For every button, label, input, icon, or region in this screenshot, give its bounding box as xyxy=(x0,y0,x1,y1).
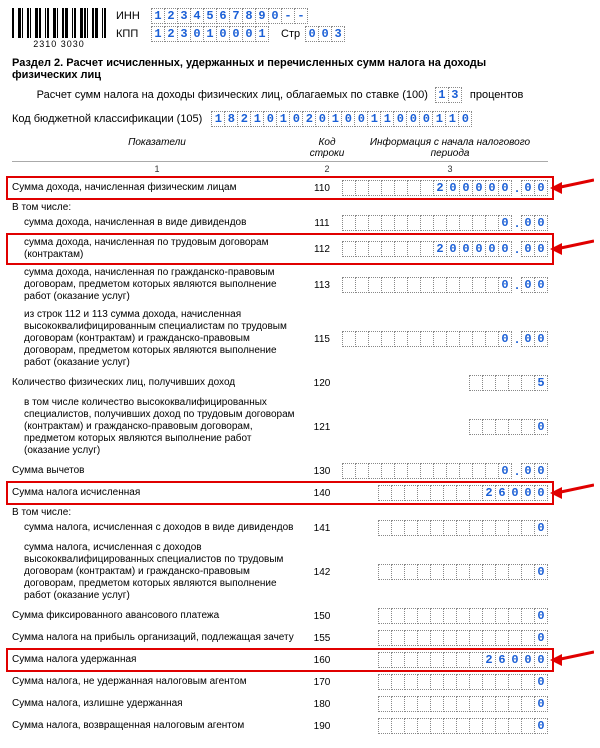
th-code: Код строки xyxy=(302,137,352,159)
row-label: Сумма вычетов xyxy=(12,465,302,477)
rate-suffix: процентов xyxy=(470,89,523,101)
highlight-arrow-icon xyxy=(550,483,594,503)
row-code: 111 xyxy=(302,218,342,229)
note-in_that: В том числе: xyxy=(12,202,548,213)
page-label: Стр xyxy=(281,28,300,40)
row-label: сумма налога, исчисленная с доходов высо… xyxy=(12,542,302,602)
row-code: 150 xyxy=(302,611,342,622)
row-label: Сумма налога, не удержанная налоговым аг… xyxy=(12,676,302,688)
th-info: Информация с начала налогового периода xyxy=(352,137,548,159)
section-title: Раздел 2. Расчет исчисленных, удержанных… xyxy=(12,57,548,81)
row-111: сумма дохода, начисленная в виде дивиден… xyxy=(12,215,548,231)
highlight-arrow-icon xyxy=(550,178,594,198)
row-115: из строк 112 и 113 сумма дохода, начисле… xyxy=(12,309,548,369)
row-150: Сумма фиксированного авансового платежа1… xyxy=(12,608,548,624)
row-value: 200000.00 xyxy=(342,241,548,257)
row-code: 115 xyxy=(302,334,342,345)
row-160: Сумма налога удержанная16026000 xyxy=(12,652,548,668)
barcode-number: 2310 3030 xyxy=(12,39,106,49)
page-value: 003 xyxy=(306,26,345,42)
row-code: 180 xyxy=(302,699,342,710)
kbk-line: Код бюджетной классификации (105) 182101… xyxy=(12,111,548,127)
row-190: Сумма налога, возвращенная налоговым аге… xyxy=(12,718,548,734)
row-130: Сумма вычетов1300.00 xyxy=(12,463,548,479)
rate-line: Расчет сумм налога на доходы физических … xyxy=(12,87,548,103)
row-code: 142 xyxy=(302,567,342,578)
row-value: 26000 xyxy=(342,485,548,501)
row-value: 0 xyxy=(342,419,548,435)
rate-text: Расчет сумм налога на доходы физических … xyxy=(37,89,428,101)
row-code: 155 xyxy=(302,633,342,644)
row-120: Количество физических лиц, получивших до… xyxy=(12,375,548,391)
row-label: Сумма налога, возвращенная налоговым аге… xyxy=(12,720,302,732)
row-label: Сумма налога удержанная xyxy=(12,654,302,666)
row-value: 0.00 xyxy=(342,215,548,231)
row-label: Сумма дохода, начисленная физическим лиц… xyxy=(12,182,302,194)
barcode: 2310 3030 xyxy=(12,8,106,49)
inn-label: ИНН xyxy=(116,10,146,22)
row-170: Сумма налога, не удержанная налоговым аг… xyxy=(12,674,548,690)
row-value: 5 xyxy=(342,375,548,391)
row-code: 170 xyxy=(302,677,342,688)
row-value: 0 xyxy=(342,674,548,690)
row-code: 120 xyxy=(302,378,342,389)
kbk-label: Код бюджетной классификации (105) xyxy=(12,113,202,125)
row-113: сумма дохода, начисленная по гражданско-… xyxy=(12,267,548,303)
row-code: 112 xyxy=(302,244,342,255)
row-value: 0.00 xyxy=(342,331,548,347)
kpp-label: КПП xyxy=(116,28,146,40)
kpp-value: 123010001 xyxy=(152,26,269,42)
row-label: сумма дохода, начисленная в виде дивиден… xyxy=(12,217,302,229)
rate-value: 13 xyxy=(436,87,462,103)
row-label: сумма налога, исчисленная с доходов в ви… xyxy=(12,522,302,534)
row-label: Сумма фиксированного авансового платежа xyxy=(12,610,302,622)
row-label: сумма дохода, начисленная по гражданско-… xyxy=(12,267,302,303)
row-code: 160 xyxy=(302,655,342,666)
row-value: 0.00 xyxy=(342,277,548,293)
note-in_that2: В том числе: xyxy=(12,507,548,518)
row-code: 190 xyxy=(302,721,342,732)
row-110: Сумма дохода, начисленная физическим лиц… xyxy=(12,180,548,196)
row-code: 141 xyxy=(302,523,342,534)
row-code: 113 xyxy=(302,280,342,291)
row-141: сумма налога, исчисленная с доходов в ви… xyxy=(12,520,548,536)
row-155: Сумма налога на прибыль организаций, под… xyxy=(12,630,548,646)
row-value: 26000 xyxy=(342,652,548,668)
highlight-arrow-icon xyxy=(550,650,594,670)
row-value: 0 xyxy=(342,718,548,734)
inn-value: 1234567890-- xyxy=(152,8,308,24)
row-label: Количество физических лиц, получивших до… xyxy=(12,377,302,389)
row-label: Сумма налога, излишне удержанная xyxy=(12,698,302,710)
table-subheader: 1 2 3 xyxy=(12,161,548,174)
row-label: Сумма налога на прибыль организаций, под… xyxy=(12,632,302,644)
row-140: Сумма налога исчисленная14026000 xyxy=(12,485,548,501)
row-code: 130 xyxy=(302,466,342,477)
row-value: 0 xyxy=(342,520,548,536)
highlight-arrow-icon xyxy=(550,239,594,259)
row-value: 0.00 xyxy=(342,463,548,479)
row-label: Сумма налога исчисленная xyxy=(12,487,302,499)
row-label: из строк 112 и 113 сумма дохода, начисле… xyxy=(12,309,302,369)
form-header: 2310 3030 ИНН 1234567890-- КПП 123010001… xyxy=(12,8,548,49)
row-value: 0 xyxy=(342,564,548,580)
row-code: 121 xyxy=(302,422,342,433)
row-value: 200000.00 xyxy=(342,180,548,196)
row-label: в том числе количество высококвалифициро… xyxy=(12,397,302,457)
kbk-value: 18210102010011000110 xyxy=(212,111,472,127)
row-value: 0 xyxy=(342,630,548,646)
row-code: 140 xyxy=(302,488,342,499)
row-code: 110 xyxy=(302,183,342,194)
th-indicators: Показатели xyxy=(12,137,302,159)
row-112: сумма дохода, начисленная по трудовым до… xyxy=(12,237,548,261)
row-121: в том числе количество высококвалифициро… xyxy=(12,397,548,457)
row-label: сумма дохода, начисленная по трудовым до… xyxy=(12,237,302,261)
row-value: 0 xyxy=(342,608,548,624)
row-142: сумма налога, исчисленная с доходов высо… xyxy=(12,542,548,602)
table-header: Показатели Код строки Информация с начал… xyxy=(12,137,548,159)
